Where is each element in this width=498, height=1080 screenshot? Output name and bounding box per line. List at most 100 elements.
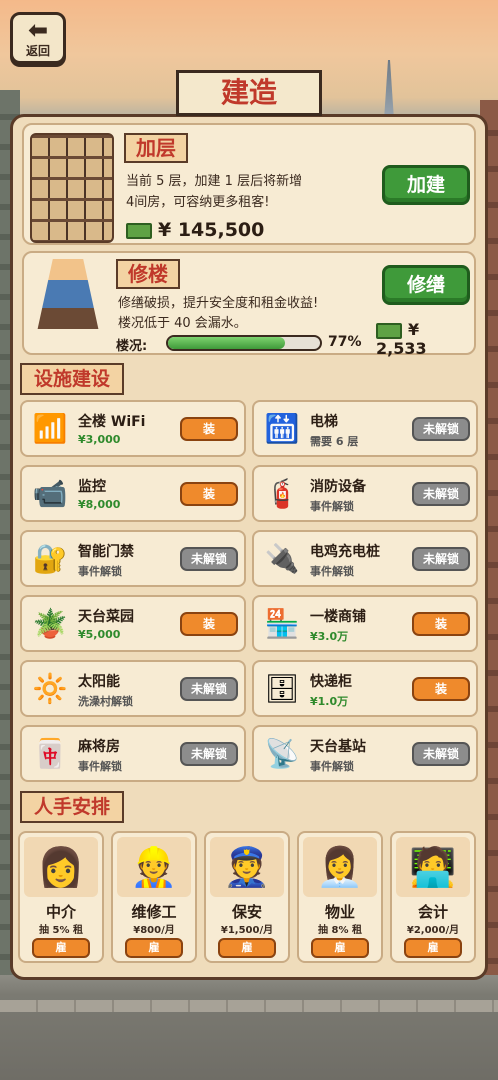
facility-action-button[interactable]: 未解锁 [180,677,238,701]
facility-name: 天台基站 [310,739,366,755]
hire-button[interactable]: 雇 [311,938,369,958]
repair-title: 修楼 [116,259,180,289]
background-curb [0,1000,498,1012]
facility-name: 电梯 [310,414,338,430]
property-manager-icon: 👩‍💼 [303,837,377,897]
facility-name: 一楼商铺 [310,609,366,625]
facility-requirement: 需要 6 层 [310,435,359,448]
staff-card: 👮 保安 ¥1,500/月雇 [204,831,290,963]
elevator-icon: 🛗 [264,412,300,445]
smart-lock-icon: 🔐 [32,542,68,575]
facility-action-button[interactable]: 未解锁 [412,417,470,441]
facility-requirement: 事件解锁 [78,760,122,773]
facility-name: 麻将房 [78,739,120,755]
repair-desc-line1: 修缮破损，提升安全度和租金收益! [118,296,319,311]
parcel-locker-icon: 🗄 [264,672,300,705]
staff-cost: ¥2,000/月 [406,925,460,936]
facility-name: 天台菜园 [78,609,134,625]
add-floor-button[interactable]: 加建 [382,165,470,205]
rooftop-garden-icon: 🪴 [32,607,68,640]
facility-name: 快递柜 [310,674,352,690]
cell-tower-icon: 📡 [264,737,300,770]
facility-action-button[interactable]: 装 [412,677,470,701]
facility-item: 📡 天台基站事件解锁 未解锁 [252,725,478,782]
background-tv-tower [384,60,394,120]
accountant-icon: 🧑‍💻 [396,837,470,897]
repairman-icon: 👷 [117,837,191,897]
staff-card: 👩‍💼 物业抽 8% 租雇 [297,831,383,963]
background-street [0,975,498,1080]
building-floors-icon [30,133,114,243]
facility-name: 全楼 WiFi [78,414,146,430]
wifi-router-icon: 📶 [32,412,68,445]
condition-value: 77% [328,334,362,350]
facility-name: 智能门禁 [78,544,134,560]
cash-icon [126,222,152,239]
facility-requirement: ¥1.0万 [310,695,349,708]
staff-card: 👩 中介抽 5% 租雇 [18,831,104,963]
staff-name: 会计 [417,903,448,921]
facility-item: 📹 监控 ¥8,000 装 [20,465,246,522]
facility-item: 🀄 麻将房事件解锁 未解锁 [20,725,246,782]
facility-action-button[interactable]: 未解锁 [180,742,238,766]
facility-action-button[interactable]: 未解锁 [412,742,470,766]
facility-name: 消防设备 [310,479,366,495]
add-floor-cost-value: ¥ 145,500 [158,219,265,241]
facility-action-button[interactable]: 装 [180,612,238,636]
facility-item: 🔆 太阳能 洗澡村解锁 未解锁 [20,660,246,717]
facility-requirement: ¥3.0万 [310,630,349,643]
facility-requirement: 事件解锁 [78,565,122,578]
facility-action-button[interactable]: 装 [412,612,470,636]
repair-desc-line2: 楼况低于 40 会漏水。 [118,316,247,331]
facility-item: 🛗 电梯需要 6 层 未解锁 [252,400,478,457]
staff-name: 保安 [231,903,262,921]
facility-requirement: 事件解锁 [310,760,354,773]
page-title: 建造 [176,70,322,116]
build-panel: 加层 当前 5 层，加建 1 层后将新增 4间房，可容纳更多租客! ¥ 145,… [10,114,488,980]
staff-cost: 抽 8% 租 [318,925,362,936]
staff-cost: ¥800/月 [133,925,175,936]
hire-button[interactable]: 雇 [218,938,276,958]
condition-progress-fill [168,337,286,349]
repair-button[interactable]: 修缮 [382,265,470,305]
left-arrow-icon: ⬅ [27,16,49,44]
hire-button[interactable]: 雇 [404,938,462,958]
staff-name: 物业 [324,903,355,921]
storefront-icon: 🏪 [264,607,300,640]
facility-action-button[interactable]: 装 [180,417,238,441]
charging-station-icon: 🔌 [264,542,300,575]
add-floor-card: 加层 当前 5 层，加建 1 层后将新增 4间房，可容纳更多租客! ¥ 145,… [22,123,476,245]
facility-name: 监控 [78,479,106,495]
staff-section-title: 人手安排 [20,791,125,823]
staff-card: 🧑‍💻 会计 ¥2,000/月雇 [390,831,476,963]
solar-panel-icon: 🔆 [32,672,68,705]
facility-item: 🗄 快递柜 ¥1.0万 装 [252,660,478,717]
hire-button[interactable]: 雇 [32,938,90,958]
security-guard-icon: 👮 [210,837,284,897]
add-floor-title: 加层 [124,133,188,163]
facility-action-button[interactable]: 未解锁 [412,482,470,506]
facility-requirement: ¥3,000 [78,433,121,446]
mahjong-table-icon: 🀄 [32,737,68,770]
agent-woman-icon: 👩 [24,837,98,897]
facility-action-button[interactable]: 未解锁 [412,547,470,571]
hire-button[interactable]: 雇 [125,938,183,958]
back-label: 返回 [25,44,50,58]
facility-name: 电鸡充电桩 [310,544,380,560]
facility-requirement: 事件解锁 [310,500,354,513]
facility-requirement: ¥5,000 [78,628,121,641]
fire-extinguisher-icon: 🧯 [264,477,300,510]
back-button[interactable]: ⬅ 返回 [10,12,66,64]
staff-cost: 抽 5% 租 [39,925,83,936]
facility-action-button[interactable]: 未解锁 [180,547,238,571]
facility-item: 🏪 一楼商铺 ¥3.0万 装 [252,595,478,652]
facility-requirement: 事件解锁 [310,565,354,578]
facility-action-button[interactable]: 装 [180,482,238,506]
repair-cost: ¥ 2,533 [376,320,474,358]
staff-name: 维修工 [131,903,177,921]
add-floor-cost: ¥ 145,500 [126,219,264,241]
cash-icon [376,322,402,339]
condition-progress-bar [166,335,322,351]
staff-card: 👷 维修工 ¥800/月雇 [111,831,197,963]
facility-requirement: ¥8,000 [78,498,121,511]
